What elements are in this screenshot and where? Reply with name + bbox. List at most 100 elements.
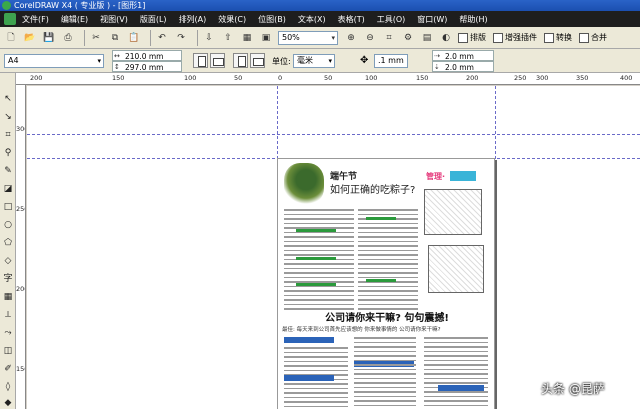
cut-icon[interactable]: ✂ bbox=[89, 31, 103, 45]
fill-tool-icon[interactable]: ◆ bbox=[2, 397, 14, 409]
ruler-tick: 250 bbox=[16, 205, 25, 213]
coreldraw-logo-icon[interactable] bbox=[4, 13, 16, 25]
vertical-ruler[interactable]: 300 250 200 150 bbox=[16, 85, 26, 409]
title-bar: CorelDRAW X4 ( 专业版 ) - [图形1] bbox=[0, 0, 640, 11]
redo-icon[interactable]: ↷ bbox=[174, 31, 188, 45]
page-width-value: 210.0 mm bbox=[125, 52, 164, 61]
connector-tool-icon[interactable]: ⤳ bbox=[2, 327, 14, 339]
merge-button[interactable]: 合并 bbox=[579, 30, 607, 45]
outline-tool-icon[interactable]: ◊ bbox=[2, 381, 14, 393]
horizontal-ruler[interactable]: 200 150 100 50 0 50 100 150 200 250 300 … bbox=[16, 73, 640, 85]
welcome-screen-icon[interactable]: ▣ bbox=[259, 31, 273, 45]
text-column-lower-right bbox=[424, 337, 488, 409]
blend-tool-icon[interactable]: ◫ bbox=[2, 345, 14, 357]
page-width-field[interactable]: ↔ 210.0 mm bbox=[112, 50, 182, 61]
pick-tool-icon[interactable]: ↖ bbox=[2, 93, 14, 105]
zoom-tool-icon[interactable]: ⚲ bbox=[2, 147, 14, 159]
menu-window[interactable]: 窗口(W) bbox=[417, 14, 447, 25]
ruler-tick: 200 bbox=[30, 74, 43, 82]
menu-layout[interactable]: 版面(L) bbox=[140, 14, 167, 25]
dimension-tool-icon[interactable]: ⟂ bbox=[2, 309, 14, 321]
export-icon[interactable]: ⇧ bbox=[221, 31, 235, 45]
text-column-middle bbox=[358, 209, 418, 313]
page-height-field[interactable]: ↕ 297.0 mm bbox=[112, 61, 182, 72]
menu-bar: 文件(F) 编辑(E) 视图(V) 版面(L) 排列(A) 效果(C) 位图(B… bbox=[0, 11, 640, 27]
ruler-tick: 150 bbox=[416, 74, 429, 82]
toolbox: ↖ ↘ ⌗ ⚲ ✎ ◪ □ ○ ⬠ ◇ 字 ▦ ⟂ ⤳ ◫ ✐ ◊ ◆ bbox=[0, 73, 16, 409]
ruler-tick: 150 bbox=[16, 365, 25, 373]
paste-icon[interactable]: 📋 bbox=[127, 31, 141, 45]
duplicate-x-field[interactable]: ⇢ 2.0 mm bbox=[432, 50, 494, 61]
article-subtitle: 最佳: 每天来到公司首先应该想的 你来做事情的 公司请你来干嘛? bbox=[282, 327, 441, 333]
basic-shapes-tool-icon[interactable]: ◇ bbox=[2, 255, 14, 267]
extras-icon[interactable]: ▤ bbox=[420, 31, 434, 45]
nudge-distance-field[interactable]: .1 mm bbox=[374, 54, 408, 68]
menu-file[interactable]: 文件(F) bbox=[22, 14, 49, 25]
plugin-icon bbox=[493, 32, 503, 43]
menu-view[interactable]: 视图(V) bbox=[100, 14, 128, 25]
text-tool-icon[interactable]: 字 bbox=[2, 273, 14, 285]
section-header-bar bbox=[284, 375, 334, 381]
menu-arrange[interactable]: 排列(A) bbox=[179, 14, 207, 25]
color-icon[interactable]: ◐ bbox=[439, 31, 453, 45]
crop-tool-icon[interactable]: ⌗ bbox=[2, 129, 14, 141]
window-title: CorelDRAW X4 ( 专业版 ) - [图形1] bbox=[14, 1, 146, 10]
eyedropper-tool-icon[interactable]: ✐ bbox=[2, 363, 14, 375]
merge-label: 合并 bbox=[591, 33, 607, 42]
open-folder-icon[interactable]: 📂 bbox=[23, 31, 37, 45]
menu-help[interactable]: 帮助(H) bbox=[459, 14, 487, 25]
app-launcher-icon[interactable]: ▦ bbox=[240, 31, 254, 45]
cartoon-sketch-top bbox=[424, 189, 482, 235]
print-icon[interactable]: ⎙ bbox=[61, 31, 75, 45]
current-page-button[interactable] bbox=[250, 53, 265, 68]
units-label: 单位: bbox=[272, 57, 291, 66]
save-icon[interactable]: 💾 bbox=[42, 31, 56, 45]
smart-fill-tool-icon[interactable]: ◪ bbox=[2, 183, 14, 195]
landscape-orientation-button[interactable] bbox=[210, 53, 225, 68]
all-pages-button[interactable] bbox=[233, 53, 248, 68]
menu-tools[interactable]: 工具(O) bbox=[377, 14, 406, 25]
menu-table[interactable]: 表格(T) bbox=[338, 14, 365, 25]
shape-tool-icon[interactable]: ↘ bbox=[2, 111, 14, 123]
options-icon[interactable]: ⚙ bbox=[401, 31, 415, 45]
zoom-out-icon[interactable]: ⊖ bbox=[363, 31, 377, 45]
menu-text[interactable]: 文本(X) bbox=[298, 14, 326, 25]
document-page[interactable]: 端午节 如何正确的吃粽子? 管理· 公司请你来干嘛? 句句震撼! 最佳: 每天来… bbox=[277, 158, 495, 409]
portrait-orientation-button[interactable] bbox=[193, 53, 208, 68]
page-size-select[interactable]: A4 bbox=[4, 54, 104, 68]
management-badge: 管理· bbox=[426, 172, 446, 181]
menu-edit[interactable]: 编辑(E) bbox=[61, 14, 88, 25]
text-column-lower-middle bbox=[354, 337, 416, 409]
table-tool-icon[interactable]: ▦ bbox=[2, 291, 14, 303]
zoom-in-icon[interactable]: ⊕ bbox=[344, 31, 358, 45]
duplicate-y-field[interactable]: ⇣ 2.0 mm bbox=[432, 61, 494, 72]
plugin-button[interactable]: 增强插件 bbox=[493, 30, 537, 45]
ruler-tick: 200 bbox=[466, 74, 479, 82]
convert-label: 转换 bbox=[556, 33, 572, 42]
zoom-level-select[interactable]: 50% bbox=[278, 30, 338, 45]
polygon-tool-icon[interactable]: ⬠ bbox=[2, 237, 14, 249]
ellipse-tool-icon[interactable]: ○ bbox=[2, 219, 14, 231]
rectangle-tool-icon[interactable]: □ bbox=[2, 201, 14, 213]
page-border-guide bbox=[495, 86, 496, 409]
section-highlight-bar bbox=[296, 257, 336, 260]
convert-button[interactable]: 转换 bbox=[544, 30, 572, 45]
height-icon: ↕ bbox=[114, 63, 120, 71]
layout-button[interactable]: 排版 bbox=[458, 30, 486, 45]
badge-box bbox=[450, 171, 476, 181]
snap-icon[interactable]: ⌗ bbox=[382, 31, 396, 45]
freehand-tool-icon[interactable]: ✎ bbox=[2, 165, 14, 177]
menu-bitmaps[interactable]: 位图(B) bbox=[258, 14, 286, 25]
dragon-boat-illustration bbox=[284, 163, 324, 205]
menu-effects[interactable]: 效果(C) bbox=[218, 14, 246, 25]
page-height-value: 297.0 mm bbox=[125, 63, 164, 72]
ruler-tick: 400 bbox=[620, 74, 633, 82]
units-select[interactable]: 毫米 bbox=[293, 54, 335, 68]
import-icon[interactable]: ⇩ bbox=[202, 31, 216, 45]
section-highlight-bar bbox=[296, 283, 336, 286]
copy-icon[interactable]: ⧉ bbox=[108, 31, 122, 45]
duplicate-x-value: 2.0 mm bbox=[445, 52, 474, 61]
new-document-icon[interactable]: 🗋 bbox=[4, 31, 18, 45]
undo-icon[interactable]: ↶ bbox=[155, 31, 169, 45]
drawing-canvas[interactable]: 端午节 如何正确的吃粽子? 管理· 公司请你来干嘛? 句句震撼! 最佳: 每天来… bbox=[27, 86, 640, 409]
